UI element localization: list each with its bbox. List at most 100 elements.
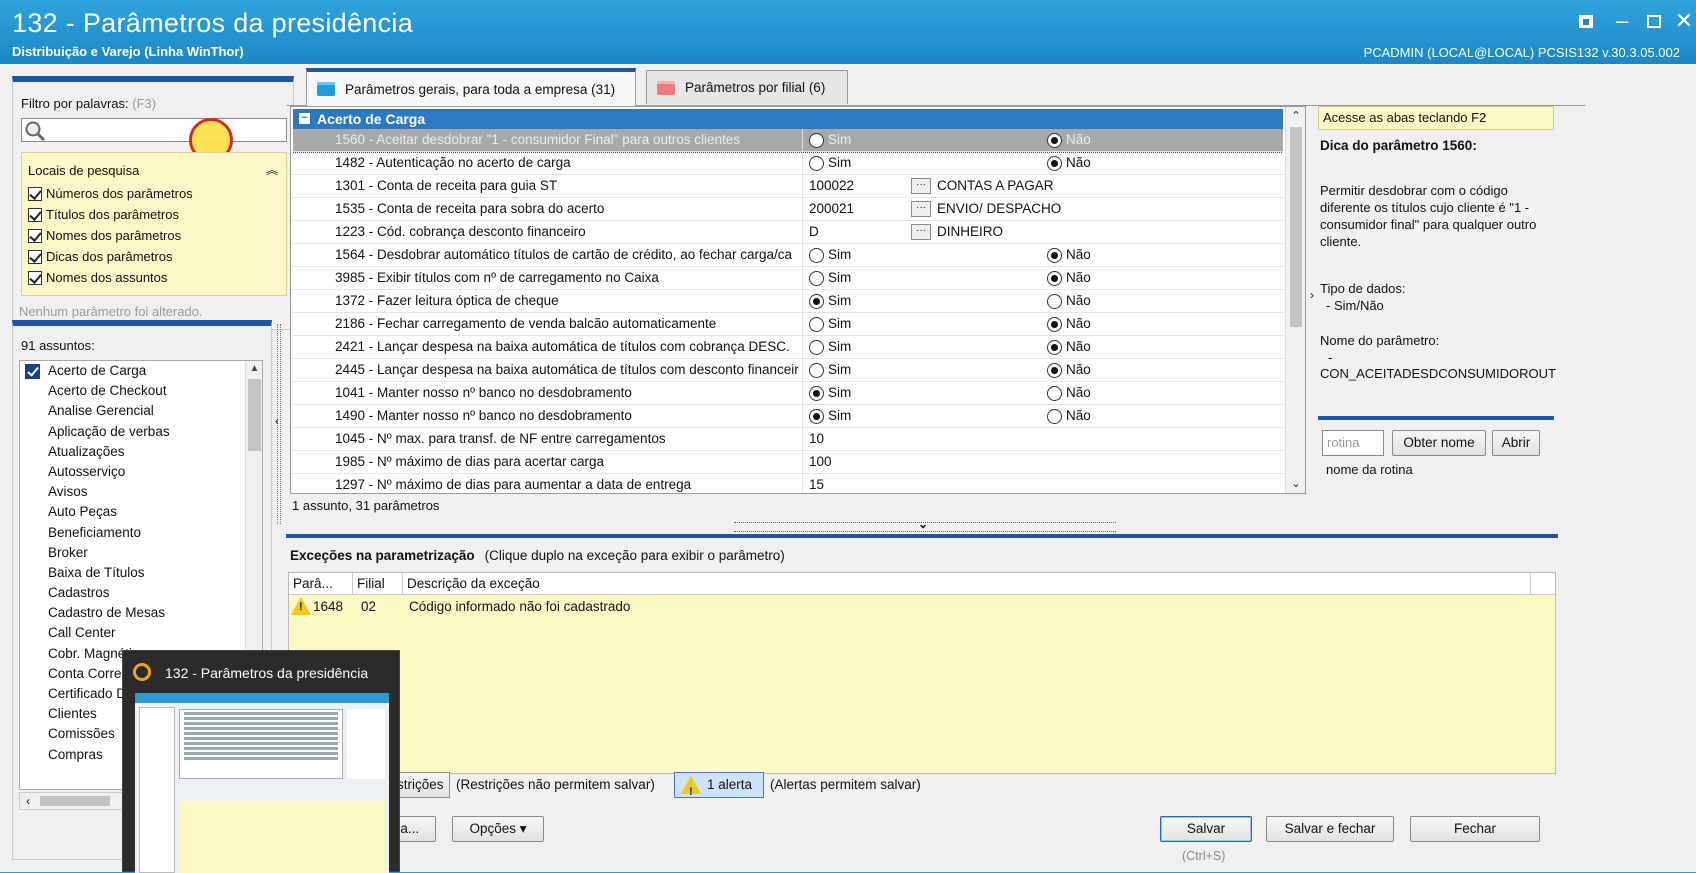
parameter-row[interactable]: 1041 - Manter nosso nº banco no desdobra… xyxy=(293,382,1283,405)
abrir-button[interactable]: Abrir xyxy=(1492,430,1540,456)
parameter-row[interactable]: 1985 - Nº máximo de dias para acertar ca… xyxy=(293,451,1283,474)
lookup-ellipsis-icon[interactable]: ··· xyxy=(911,224,931,240)
parameter-code[interactable]: 100022 xyxy=(809,175,854,197)
radio-unchecked-icon[interactable] xyxy=(809,132,824,148)
search-location-item[interactable]: Nomes dos assuntos xyxy=(28,267,167,288)
group-header[interactable]: − Acerto de Carga xyxy=(293,109,1283,129)
subject-item[interactable]: Cadastros xyxy=(20,583,262,603)
parameter-value[interactable]: 15 xyxy=(805,474,1283,493)
chevron-up-icon[interactable]: ⌃ xyxy=(1286,107,1306,125)
radio-unchecked-icon[interactable] xyxy=(809,270,824,286)
parameter-value[interactable]: Sim Não xyxy=(805,382,1283,404)
opcoes-button[interactable]: Opções ▾ xyxy=(452,816,544,842)
radio-unchecked-icon[interactable] xyxy=(809,339,824,355)
subject-item[interactable]: Aplicação de verbas xyxy=(20,422,262,442)
radio-unchecked-icon[interactable] xyxy=(1047,385,1062,401)
close-icon[interactable]: ✕ xyxy=(1670,8,1696,34)
radio-checked-icon[interactable] xyxy=(1047,316,1062,332)
radio-sim[interactable]: Sim xyxy=(809,270,851,286)
radio-nao[interactable]: Não xyxy=(1047,132,1091,148)
parameter-row[interactable]: 3985 - Exibir títulos com nº de carregam… xyxy=(293,267,1283,290)
radio-checked-icon[interactable] xyxy=(1047,132,1062,148)
radio-checked-icon[interactable] xyxy=(809,385,824,401)
parameter-value[interactable]: 200021 ··· ENVIO/ DESPACHO xyxy=(805,198,1283,220)
radio-nao[interactable]: Não xyxy=(1047,362,1091,378)
parameter-code[interactable]: D xyxy=(809,221,819,243)
radio-checked-icon[interactable] xyxy=(809,293,824,309)
scrollbar-thumb[interactable] xyxy=(1290,127,1302,327)
radio-unchecked-icon[interactable] xyxy=(809,316,824,332)
radio-checked-icon[interactable] xyxy=(1047,362,1062,378)
radio-checked-icon[interactable] xyxy=(809,408,824,424)
checkbox-checked-icon[interactable] xyxy=(28,270,42,285)
subject-item[interactable]: Autosserviço xyxy=(20,462,262,482)
subject-item[interactable]: Acerto de Checkout xyxy=(20,381,262,401)
checkbox-checked-icon[interactable] xyxy=(28,228,42,243)
radio-nao[interactable]: Não xyxy=(1047,408,1091,424)
subject-item[interactable]: Call Center xyxy=(20,623,262,643)
chevron-down-icon[interactable]: ⌄ xyxy=(1286,475,1306,493)
tab-parametros-filial[interactable]: Parâmetros por filial (6) xyxy=(646,70,848,104)
radio-nao[interactable]: Não xyxy=(1047,270,1091,286)
radio-sim[interactable]: Sim xyxy=(809,132,851,148)
minimize-icon[interactable]: – xyxy=(1608,8,1636,34)
taskbar-thumbnail[interactable]: 132 - Parâmetros da presidência xyxy=(122,650,400,873)
radio-unchecked-icon[interactable] xyxy=(809,362,824,378)
radio-checked-icon[interactable] xyxy=(1047,270,1062,286)
chevron-up-icon[interactable]: ︽ xyxy=(266,161,278,178)
subject-item[interactable]: Baixa de Títulos xyxy=(20,563,262,583)
radio-checked-icon[interactable] xyxy=(1047,155,1062,171)
restore-alt-icon[interactable] xyxy=(1572,8,1600,34)
parameter-code[interactable]: 15 xyxy=(809,474,824,493)
exceptions-table[interactable]: Parâ... Filial Descrição da exceção ! 16… xyxy=(288,572,1556,774)
parameter-row[interactable]: 2445 - Lançar despesa na baixa automátic… xyxy=(293,359,1283,382)
chevron-down-icon[interactable]: ⌄ xyxy=(918,517,928,531)
chevron-left-icon[interactable]: ‹ xyxy=(20,793,36,809)
parameter-value[interactable]: D ··· DINHEIRO xyxy=(805,221,1283,243)
parameter-value[interactable]: Sim Não xyxy=(805,359,1283,381)
parameter-code[interactable]: 200021 xyxy=(809,198,854,220)
parameter-row[interactable]: 1297 - Nº máximo de dias para aumentar a… xyxy=(293,474,1283,493)
radio-unchecked-icon[interactable] xyxy=(809,247,824,263)
parameter-value[interactable]: Sim Não xyxy=(805,267,1283,289)
horizontal-splitter[interactable]: ⌄ xyxy=(734,517,1116,532)
parameter-value[interactable]: 100 xyxy=(805,451,1283,473)
radio-checked-icon[interactable] xyxy=(1047,247,1062,263)
tip-splitter[interactable]: › xyxy=(1310,106,1318,492)
parameter-value[interactable]: Sim Não xyxy=(805,290,1283,312)
radio-checked-icon[interactable] xyxy=(1047,339,1062,355)
radio-sim[interactable]: Sim xyxy=(809,247,851,263)
radio-nao[interactable]: Não xyxy=(1047,316,1091,332)
parameter-row[interactable]: 1535 - Conta de receita para sobra do ac… xyxy=(293,198,1283,221)
scrollbar-thumb[interactable] xyxy=(40,796,110,806)
radio-sim[interactable]: Sim xyxy=(809,362,851,378)
column-header[interactable]: Filial xyxy=(353,573,403,595)
parameter-row[interactable]: 2421 - Lançar despesa na baixa automátic… xyxy=(293,336,1283,359)
subject-item[interactable]: Acerto de Carga xyxy=(20,361,262,381)
parameter-row[interactable]: 2186 - Fechar carregamento de venda balc… xyxy=(293,313,1283,336)
subject-item[interactable]: Broker xyxy=(20,543,262,563)
subject-item[interactable]: Atualizações xyxy=(20,442,262,462)
radio-sim[interactable]: Sim xyxy=(809,293,851,309)
radio-unchecked-icon[interactable] xyxy=(809,155,824,171)
parameter-row[interactable]: 1301 - Conta de receita para guia ST 1000… xyxy=(293,175,1283,198)
parameter-row[interactable]: 1223 - Cód. cobrança desconto financeiro… xyxy=(293,221,1283,244)
parameter-row[interactable]: 1045 - Nº max. para transf. de NF entre … xyxy=(293,428,1283,451)
radio-unchecked-icon[interactable] xyxy=(1047,408,1062,424)
parameter-value[interactable]: 100022 ··· CONTAS A PAGAR xyxy=(805,175,1283,197)
grid-scrollbar[interactable]: ⌃ ⌄ xyxy=(1285,107,1305,493)
subject-item[interactable]: Auto Peças xyxy=(20,502,262,522)
restricoes-button[interactable]: strições xyxy=(392,772,450,798)
radio-sim[interactable]: Sim xyxy=(809,408,851,424)
radio-nao[interactable]: Não xyxy=(1047,385,1091,401)
radio-nao[interactable]: Não xyxy=(1047,155,1091,171)
parameter-value[interactable]: Sim Não xyxy=(805,336,1283,358)
parameters-grid[interactable]: − Acerto de Carga 1560 - Aceitar desdobr… xyxy=(290,106,1306,494)
maximize-icon[interactable] xyxy=(1640,8,1668,34)
parameter-code[interactable]: 10 xyxy=(809,428,824,450)
checkbox-checked-icon[interactable] xyxy=(28,249,42,264)
search-location-item[interactable]: Dicas dos parâmetros xyxy=(28,246,172,267)
salvar-fechar-button[interactable]: Salvar e fechar xyxy=(1266,816,1394,842)
checkbox-checked-icon[interactable] xyxy=(28,207,42,222)
table-row[interactable]: ! 1648 02 Código informado não foi cadas… xyxy=(289,595,1555,619)
